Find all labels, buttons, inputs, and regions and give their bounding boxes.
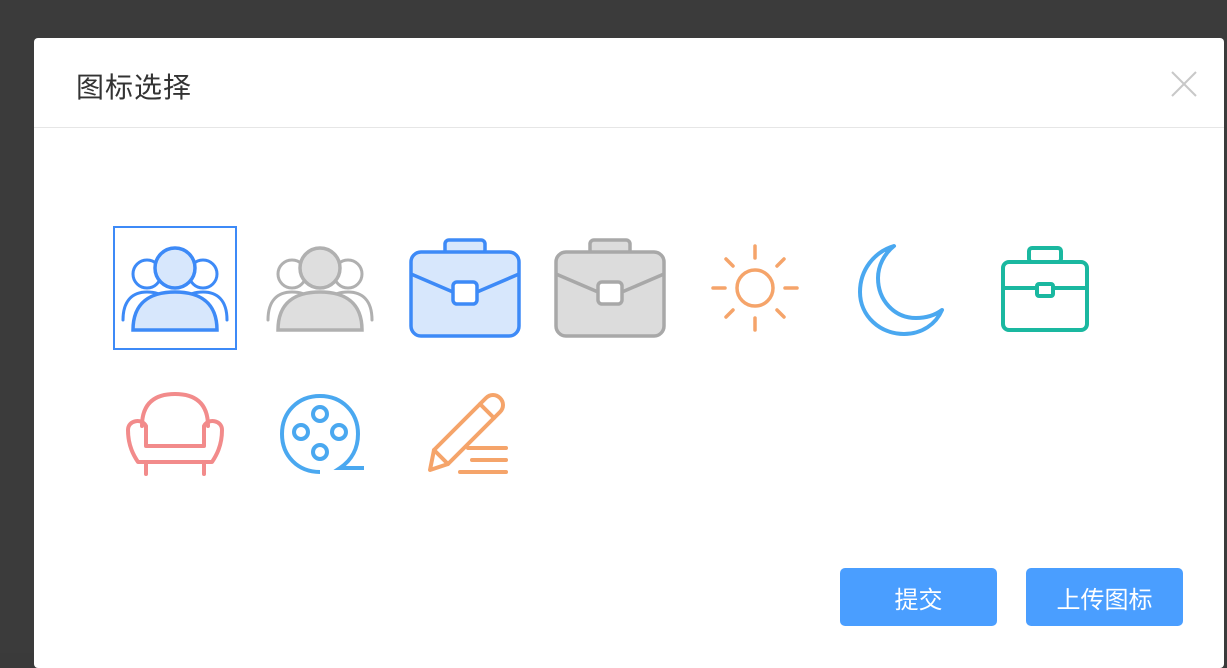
toolbox-teal-icon [1001, 246, 1089, 332]
upload-icon-button[interactable]: 上传图标 [1026, 568, 1183, 626]
icon-picker-dialog: 图标选择 提交 上传图标 [34, 38, 1224, 668]
pencil-edit-icon [428, 393, 508, 474]
icon-option-toolbox-teal[interactable] [983, 226, 1107, 350]
icon-option-armchair[interactable] [113, 372, 237, 496]
icon-option-users-gray[interactable] [258, 226, 382, 350]
moon-icon [858, 244, 944, 336]
film-reel-icon [279, 393, 364, 474]
dialog-header: 图标选择 [34, 38, 1224, 128]
icon-option-film-reel[interactable] [258, 372, 382, 496]
briefcase-gray-icon [554, 238, 666, 338]
dialog-title: 图标选择 [76, 71, 193, 104]
armchair-icon [126, 392, 224, 476]
icon-option-briefcase-blue[interactable] [403, 226, 527, 350]
submit-button[interactable]: 提交 [840, 568, 997, 626]
icon-option-pencil-edit[interactable] [403, 372, 527, 496]
close-icon [1171, 71, 1197, 97]
sun-icon [711, 244, 799, 332]
briefcase-blue-icon [409, 238, 521, 338]
close-button[interactable] [1168, 68, 1200, 100]
users-blue-icon [121, 246, 229, 332]
icon-option-moon[interactable] [838, 226, 962, 350]
icon-option-briefcase-gray[interactable] [548, 226, 672, 350]
icon-option-users-blue[interactable] [113, 226, 237, 350]
icon-option-sun[interactable] [693, 226, 817, 350]
users-gray-icon [266, 246, 374, 332]
